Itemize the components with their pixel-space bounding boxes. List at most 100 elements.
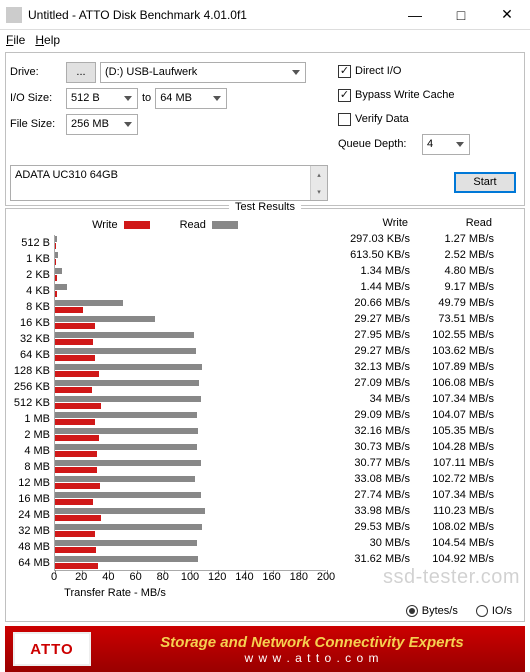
- read-value: 102.72 MB/s: [414, 471, 498, 487]
- col-write-header: Write: [330, 217, 414, 229]
- check-icon: ✓: [338, 65, 351, 78]
- minimize-button[interactable]: —: [392, 0, 438, 30]
- x-tick-label: 180: [290, 571, 308, 583]
- check-icon: ✓: [338, 89, 351, 102]
- footer-text: Storage and Network Connectivity Experts…: [99, 634, 525, 665]
- bar-row: [55, 411, 326, 427]
- read-value: 102.55 MB/s: [414, 327, 498, 343]
- bar-row: [55, 475, 326, 491]
- write-value: 29.27 MB/s: [330, 311, 414, 327]
- maximize-button[interactable]: □: [438, 0, 484, 30]
- description-spinner[interactable]: ▴ ▾: [310, 166, 327, 200]
- bar-row: [55, 555, 326, 571]
- read-bar: [55, 524, 202, 530]
- write-value: 34 MB/s: [330, 391, 414, 407]
- table-row: 32.16 MB/s105.35 MB/s: [330, 423, 498, 439]
- x-tick-label: 60: [129, 571, 141, 583]
- bar-row: [55, 443, 326, 459]
- table-row: 27.74 MB/s107.34 MB/s: [330, 487, 498, 503]
- start-button[interactable]: Start: [454, 172, 516, 193]
- read-bar: [55, 556, 198, 562]
- x-tick-label: 100: [181, 571, 199, 583]
- filesize-select[interactable]: [66, 114, 138, 135]
- y-tick-label: 2 MB: [6, 427, 50, 443]
- write-value: 30 MB/s: [330, 535, 414, 551]
- direct-io-checkbox[interactable]: ✓ Direct I/O: [338, 59, 520, 83]
- y-tick-label: 64 MB: [6, 555, 50, 571]
- read-bar: [55, 380, 199, 386]
- drive-label: Drive:: [10, 66, 66, 78]
- bar-row: [55, 299, 326, 315]
- bar-row: [55, 347, 326, 363]
- window-title: Untitled - ATTO Disk Benchmark 4.01.0f1: [28, 8, 392, 22]
- read-value: 107.34 MB/s: [414, 391, 498, 407]
- spin-down-icon[interactable]: ▾: [310, 183, 327, 200]
- y-tick-label: 2 KB: [6, 267, 50, 283]
- table-row: 31.62 MB/s104.92 MB/s: [330, 551, 498, 567]
- read-bar: [55, 476, 195, 482]
- write-value: 20.66 MB/s: [330, 295, 414, 311]
- radio-unselected-icon: [476, 605, 488, 617]
- settings-panel: Drive: ... I/O Size: to File Size: ✓ Dir…: [5, 52, 525, 206]
- y-tick-label: 4 MB: [6, 443, 50, 459]
- x-tick-label: 160: [262, 571, 280, 583]
- chart-x-axis: 020406080100120140160180200: [54, 571, 326, 587]
- write-bar: [55, 467, 97, 473]
- bar-row: [55, 283, 326, 299]
- drive-select[interactable]: [100, 62, 306, 83]
- read-value: 110.23 MB/s: [414, 503, 498, 519]
- read-bar: [55, 252, 58, 258]
- y-tick-label: 512 B: [6, 235, 50, 251]
- table-row: 297.03 KB/s1.27 MB/s: [330, 231, 498, 247]
- description-field[interactable]: ADATA UC310 64GB ▴ ▾: [10, 165, 328, 201]
- menu-help[interactable]: Help: [35, 33, 60, 47]
- verify-checkbox[interactable]: Verify Data: [338, 107, 520, 131]
- read-value: 106.08 MB/s: [414, 375, 498, 391]
- menu-file[interactable]: File: [6, 33, 25, 47]
- col-read-header: Read: [414, 217, 498, 229]
- read-value: 9.17 MB/s: [414, 279, 498, 295]
- write-bar: [55, 483, 100, 489]
- x-tick-label: 200: [317, 571, 335, 583]
- read-value: 104.28 MB/s: [414, 439, 498, 455]
- read-bar: [55, 284, 67, 290]
- read-value: 103.62 MB/s: [414, 343, 498, 359]
- y-tick-label: 512 KB: [6, 395, 50, 411]
- iosize-from-select[interactable]: [66, 88, 138, 109]
- y-tick-label: 24 MB: [6, 507, 50, 523]
- filesize-label: File Size:: [10, 118, 66, 130]
- ios-radio[interactable]: IO/s: [476, 605, 512, 617]
- y-tick-label: 8 KB: [6, 299, 50, 315]
- close-button[interactable]: ✕: [484, 0, 530, 30]
- uncheck-icon: [338, 113, 351, 126]
- read-bar: [55, 428, 198, 434]
- bar-row: [55, 315, 326, 331]
- bypass-checkbox[interactable]: ✓ Bypass Write Cache: [338, 83, 520, 107]
- bar-row: [55, 235, 326, 251]
- write-bar: [55, 451, 97, 457]
- spin-up-icon[interactable]: ▴: [310, 166, 327, 183]
- bar-row: [55, 267, 326, 283]
- verify-label: Verify Data: [355, 113, 409, 125]
- read-bar: [55, 540, 197, 546]
- description-text: ADATA UC310 64GB: [15, 169, 118, 181]
- write-value: 1.34 MB/s: [330, 263, 414, 279]
- write-value: 32.13 MB/s: [330, 359, 414, 375]
- read-value: 105.35 MB/s: [414, 423, 498, 439]
- iosize-to-select[interactable]: [155, 88, 227, 109]
- y-tick-label: 16 KB: [6, 315, 50, 331]
- write-bar: [55, 435, 99, 441]
- table-row: 29.27 MB/s73.51 MB/s: [330, 311, 498, 327]
- read-bar: [55, 300, 123, 306]
- y-tick-label: 12 MB: [6, 475, 50, 491]
- iosize-label: I/O Size:: [10, 92, 66, 104]
- read-bar: [55, 508, 205, 514]
- table-row: 27.09 MB/s106.08 MB/s: [330, 375, 498, 391]
- browse-button[interactable]: ...: [66, 62, 96, 83]
- atto-logo: ATTO: [13, 632, 91, 666]
- read-value: 73.51 MB/s: [414, 311, 498, 327]
- y-tick-label: 32 MB: [6, 523, 50, 539]
- bytes-radio[interactable]: Bytes/s: [406, 605, 458, 617]
- queue-depth-select[interactable]: [422, 134, 470, 155]
- write-bar: [55, 355, 95, 361]
